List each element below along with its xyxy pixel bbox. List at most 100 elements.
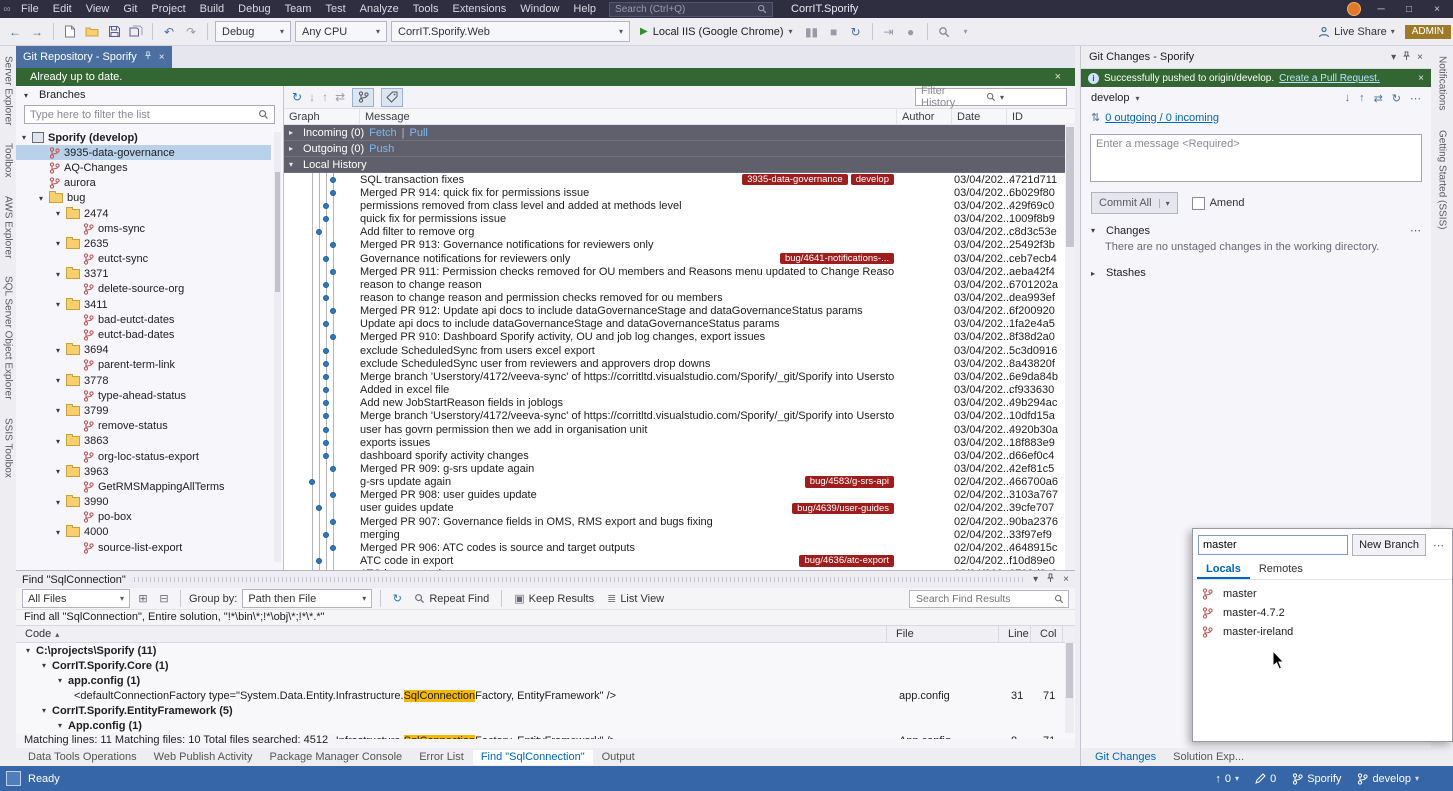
branch-tag[interactable]: bug/4641-notifications-... [780,253,894,265]
branch-tree-item[interactable]: po-box [16,510,271,525]
column-header-col[interactable]: Col [1031,626,1063,642]
commit-row[interactable]: Merged PR 910: Dashboard Sporify activit… [284,331,1075,344]
branch-tree-item[interactable]: eutct-bad-dates [16,327,271,342]
chevron-down-icon[interactable]: ▾ [1033,574,1038,585]
navigate-forward-icon[interactable]: → [28,23,46,41]
commit-row[interactable]: Merged PR 912: Update api docs to includ… [284,305,1075,318]
branch-tree-item[interactable]: remove-status [16,419,271,434]
toolbar-overflow-icon[interactable]: ▾ [957,23,975,41]
sync-icon[interactable]: ↻ [1392,92,1401,105]
section-link-push[interactable]: Push [369,143,394,155]
show-tags-toggle[interactable] [381,88,403,107]
redo-icon[interactable]: ↷ [182,23,200,41]
branch-tree-item[interactable]: parent-term-link [16,358,271,373]
bottom-tab[interactable]: Data Tools Operations [20,750,145,765]
section-link-pull[interactable]: Pull [410,127,428,139]
branch-tree-item[interactable]: eutct-sync [16,252,271,267]
menu-file[interactable]: File [14,0,46,18]
menu-extensions[interactable]: Extensions [445,0,513,18]
menu-view[interactable]: View [79,0,117,18]
branch-tree-item[interactable]: ▾Sporify (develop) [16,130,271,145]
commit-row[interactable]: exports issues03/04/202...18f883e9 [284,436,1075,449]
left-strip-tab[interactable]: Toolbox [3,143,14,177]
branches-header[interactable]: ▾ Branches [16,86,283,104]
tree-expander-icon[interactable]: ▾ [58,721,68,730]
menu-project[interactable]: Project [144,0,192,18]
commit-row[interactable]: Merged PR 913: Governance notifications … [284,239,1075,252]
filter-history-input[interactable]: Filter History ▾ [915,88,1067,106]
commit-row[interactable]: Add new JobStartReason fields in joblogs… [284,397,1075,410]
configuration-dropdown[interactable]: Debug ▾ [215,21,291,42]
commit-row[interactable]: Merged PR 914: quick fix for permissions… [284,186,1075,199]
list-view-button[interactable]: ≣ List View [603,592,668,605]
tab-git-repository[interactable]: Git Repository - Sporify × [16,46,172,68]
branch-tree-item[interactable]: aurora [16,176,271,191]
column-header-line[interactable]: Line [999,626,1031,642]
files-scope-dropdown[interactable]: All Files ▾ [22,589,130,608]
admin-badge[interactable]: ADMIN [1405,25,1451,39]
branch-tree-item[interactable]: bad-eutct-dates [16,312,271,327]
outgoing-commits-indicator[interactable]: ↑ 0 ▾ [1215,773,1239,785]
commit-row[interactable]: Governance notifications for reviewers o… [284,252,1075,265]
new-branch-button[interactable]: New Branch [1352,534,1426,556]
show-graph-toggle[interactable] [352,88,374,107]
branch-list-item[interactable]: master [1193,584,1452,603]
branch-tag[interactable]: bug/4636/atc-export [799,555,894,567]
commit-row[interactable]: Merge branch 'Userstory/4172/veeva-sync'… [284,370,1075,383]
commit-row[interactable]: Add filter to remove org03/04/202...c8d3… [284,226,1075,239]
left-strip-tab[interactable]: AWS Explorer [3,196,14,258]
column-header-code[interactable]: Code ▴ [16,626,887,642]
commit-row[interactable]: user has govrn permission then we add in… [284,423,1075,436]
commit-row[interactable]: dashboard sporify activity changes03/04/… [284,449,1075,462]
bottom-tab[interactable]: Package Manager Console [261,750,410,765]
tree-expander-icon[interactable]: ▾ [42,706,52,715]
branch-picker-tab-locals[interactable]: Locals [1197,560,1250,579]
tree-expander-icon[interactable]: ▾ [56,270,66,279]
branch-tree-item[interactable]: ▾3990 [16,495,271,510]
tree-expander-icon[interactable]: ▾ [39,194,49,203]
branch-tag[interactable]: bug/4639/user-guides [792,503,894,515]
commit-row[interactable]: reason to change reason03/04/202...67012… [284,278,1075,291]
commit-row[interactable]: Added in excel file03/04/202...cf933630 [284,384,1075,397]
branch-tree-item[interactable]: ▾3371 [16,267,271,282]
column-header-message[interactable]: Message [360,109,897,124]
refresh-icon[interactable]: ↻ [847,23,865,41]
branch-tree-item[interactable]: 3935-data-governance [16,145,271,160]
column-header-graph[interactable]: Graph [284,109,360,124]
commit-row[interactable]: Update api docs to include dataGovernanc… [284,318,1075,331]
branch-tree-item[interactable]: delete-source-org [16,282,271,297]
create-pull-request-link[interactable]: Create a Pull Request. [1279,73,1380,84]
commit-row[interactable]: SQL transaction fixes3935-data-governanc… [284,173,1075,186]
refresh-results-icon[interactable]: ↻ [389,591,405,607]
save-all-icon[interactable] [127,23,145,41]
collapse-all-icon[interactable]: ⊟ [156,591,172,607]
find-group-row[interactable]: ▾app.config (1) [16,673,1075,688]
commit-row[interactable]: Merge branch 'Userstory/4172/veeva-sync'… [284,410,1075,423]
commit-row[interactable]: user guides updatebug/4639/user-guides02… [284,502,1075,515]
banner-close-icon[interactable]: × [1418,73,1424,84]
navigate-back-icon[interactable]: ← [6,23,24,41]
branch-tree-item[interactable]: org-loc-status-export [16,449,271,464]
pull-icon[interactable]: ↑ [322,90,328,104]
find-group-row[interactable]: ▾CorrIT.Sporify.Core (1) [16,658,1075,673]
left-strip-tab[interactable]: SSIS Toolbox [3,418,14,478]
commit-row[interactable]: Merged PR 907: Governance fields in OMS,… [284,515,1075,528]
branch-tree-item[interactable]: ▾3799 [16,403,271,418]
bottom-tab[interactable]: Find "SqlConnection" [473,750,593,765]
pin-icon[interactable] [1046,573,1055,586]
current-branch-name[interactable]: develop [1091,92,1130,104]
find-group-row[interactable]: ▾App.config (1) [16,718,1075,733]
commit-row[interactable]: permissions removed from class level and… [284,199,1075,212]
pin-icon[interactable] [1402,51,1411,64]
expand-all-icon[interactable]: ⊞ [135,591,151,607]
right-bottom-tab[interactable]: Git Changes [1087,750,1164,765]
amend-checkbox[interactable] [1192,197,1205,210]
column-header-author[interactable]: Author [897,109,952,124]
more-actions-icon[interactable]: ⋯ [1430,539,1447,552]
breakpoint-icon[interactable]: ● [902,23,920,41]
branches-scrollbar[interactable] [274,132,281,562]
left-strip-tab[interactable]: Server Explorer [3,56,14,125]
keep-results-button[interactable]: ▣ Keep Results [510,592,598,605]
branch-list-item[interactable]: master-ireland [1193,622,1452,641]
branch-tag[interactable]: 3935-data-governance [742,174,848,186]
